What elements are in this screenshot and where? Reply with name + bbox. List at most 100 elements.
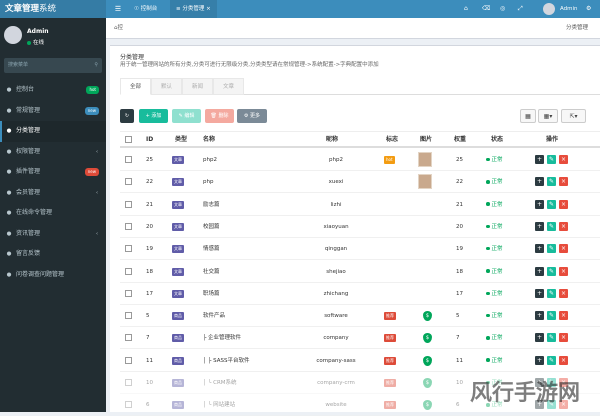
topbar-avatar[interactable]: [543, 3, 555, 15]
row-checkbox[interactable]: [125, 289, 132, 297]
trash-icon[interactable]: ⌫: [482, 0, 490, 18]
edit-icon[interactable]: ✎: [547, 311, 556, 321]
gear-icon[interactable]: ⚙: [586, 0, 591, 18]
trash-icon[interactable]: ×: [559, 177, 568, 187]
more-button[interactable]: ⚙ 更多: [237, 109, 267, 123]
edit-icon[interactable]: ✎: [547, 333, 556, 343]
row-checkbox[interactable]: [125, 312, 132, 320]
edit-icon[interactable]: ✎: [547, 244, 556, 254]
drag-icon[interactable]: +: [535, 199, 544, 209]
edit-icon[interactable]: ✎: [547, 155, 556, 164]
row-checkbox[interactable]: [125, 156, 132, 163]
row-name: │ ├ SASS平台软件: [203, 357, 250, 364]
col-flag[interactable]: 标志: [386, 132, 398, 147]
drag-icon[interactable]: +: [535, 155, 544, 164]
drag-icon[interactable]: +: [535, 355, 544, 365]
tab-default[interactable]: 默认: [151, 78, 182, 95]
tab-all[interactable]: 全部: [120, 78, 151, 95]
drag-icon[interactable]: +: [535, 177, 544, 187]
row-checkbox[interactable]: [125, 245, 132, 253]
sidebar-item-4[interactable]: ● 插件管理 new: [0, 162, 106, 183]
row-image[interactable]: [418, 174, 432, 190]
trash-icon[interactable]: ×: [559, 244, 568, 254]
row-checkbox[interactable]: [125, 401, 132, 409]
topbar-user[interactable]: Admin: [560, 0, 578, 18]
edit-icon[interactable]: ✎: [547, 221, 556, 231]
export-button[interactable]: ⇱▾: [561, 109, 586, 123]
breadcrumb-home[interactable]: ⌂ 控制台: [114, 18, 123, 73]
trash-icon[interactable]: ×: [559, 333, 568, 343]
tab-article[interactable]: 文章: [213, 78, 244, 95]
col-name[interactable]: 名称: [203, 132, 215, 147]
chevron-left-icon: ‹: [96, 148, 98, 155]
export-icon: ⇱▾: [569, 113, 578, 120]
row-nickname: shejiao: [326, 268, 346, 275]
row-checkbox[interactable]: [125, 200, 132, 208]
col-weight[interactable]: 权重: [454, 132, 466, 147]
add-button[interactable]: + 添加: [139, 109, 168, 123]
trash-icon[interactable]: ×: [559, 155, 568, 164]
drag-icon[interactable]: +: [535, 333, 544, 343]
edit-icon[interactable]: ✎: [547, 266, 556, 276]
columns-button[interactable]: ▦▾: [538, 109, 558, 123]
edit-icon[interactable]: ✎: [547, 177, 556, 187]
row-checkbox[interactable]: [125, 356, 132, 364]
home-icon[interactable]: ⌂: [464, 0, 468, 18]
row-checkbox[interactable]: [125, 379, 132, 386]
menu-toggle-icon[interactable]: ☰: [112, 0, 124, 18]
trash-icon[interactable]: ×: [559, 199, 568, 209]
trash-icon[interactable]: ×: [559, 311, 568, 321]
trash-icon[interactable]: ×: [559, 266, 568, 276]
edit-button[interactable]: ✎ 编辑: [172, 109, 201, 123]
globe-icon[interactable]: ◎: [500, 0, 505, 18]
fullscreen-icon[interactable]: ⤢: [518, 0, 523, 18]
close-icon[interactable]: ×: [206, 6, 211, 12]
row-checkbox[interactable]: [125, 178, 132, 186]
col-actions[interactable]: 操作: [546, 132, 558, 147]
toggle-view-button[interactable]: ▦: [520, 109, 536, 123]
app-logo[interactable]: 文章管理系统: [0, 0, 106, 18]
sidebar-item-6[interactable]: ● 在线命令管理: [0, 203, 106, 224]
menu-badge: new: [84, 168, 99, 176]
drag-icon[interactable]: +: [535, 266, 544, 276]
sidebar-item-2[interactable]: ● 分类管理: [0, 121, 106, 142]
sidebar-item-1[interactable]: ● 常规管理 new: [0, 101, 106, 122]
drag-icon[interactable]: +: [535, 221, 544, 231]
row-checkbox[interactable]: [125, 334, 132, 342]
sidebar-item-7[interactable]: ● 资讯管理 ‹: [0, 224, 106, 245]
col-type[interactable]: 类型: [175, 132, 187, 147]
row-checkbox[interactable]: [125, 222, 132, 230]
sidebar-item-0[interactable]: ● 控制台 hot: [0, 80, 106, 101]
col-status[interactable]: 状态: [491, 132, 503, 147]
sidebar-item-3[interactable]: ● 权限管理 ‹: [0, 142, 106, 163]
drag-icon[interactable]: +: [535, 288, 544, 298]
tab-dashboard[interactable]: ☉ 控制台: [128, 0, 163, 18]
search-icon[interactable]: ⚲: [94, 58, 98, 73]
edit-icon[interactable]: ✎: [547, 288, 556, 298]
drag-icon[interactable]: +: [535, 311, 544, 321]
search-input[interactable]: 搜索菜单 ⚲: [4, 58, 102, 73]
select-all-checkbox[interactable]: [125, 136, 132, 143]
trash-icon[interactable]: ×: [559, 221, 568, 231]
row-weight: 22: [456, 179, 463, 186]
tab-news[interactable]: 新闻: [182, 78, 213, 95]
home-icon: ☉: [134, 6, 139, 12]
row-image[interactable]: [418, 152, 432, 167]
row-checkbox[interactable]: [125, 267, 132, 275]
trash-icon[interactable]: ×: [559, 288, 568, 298]
tab-category[interactable]: ≡ 分类管理 ×: [170, 0, 217, 18]
shield-icon: $: [423, 333, 432, 344]
trash-icon[interactable]: ×: [559, 355, 568, 365]
col-image[interactable]: 图片: [420, 132, 432, 147]
col-nickname[interactable]: 昵称: [326, 132, 338, 147]
sidebar-item-9[interactable]: ● 问卷调查问题管理: [0, 265, 106, 286]
sidebar-item-8[interactable]: ● 留言反馈: [0, 244, 106, 265]
delete-button[interactable]: 🗑 删除: [205, 109, 234, 123]
sidebar-item-5[interactable]: ● 会员管理 ‹: [0, 183, 106, 204]
col-id[interactable]: ID: [146, 132, 153, 147]
edit-icon[interactable]: ✎: [547, 355, 556, 365]
row-id: 19: [146, 246, 153, 253]
edit-icon[interactable]: ✎: [547, 199, 556, 209]
refresh-button[interactable]: ↻: [120, 109, 134, 123]
drag-icon[interactable]: +: [535, 244, 544, 254]
